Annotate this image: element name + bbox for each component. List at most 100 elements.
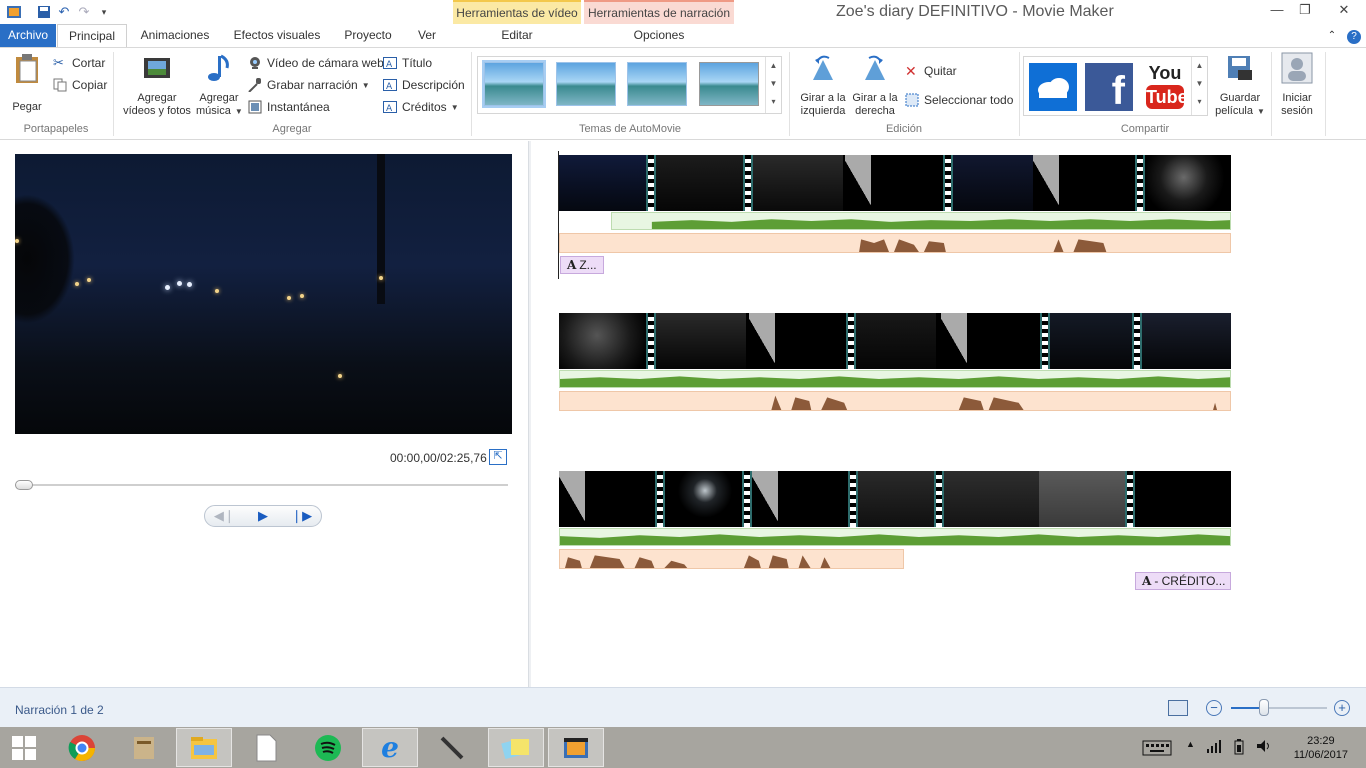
facebook-icon[interactable]: f [1085,63,1133,113]
redo-icon[interactable]: ↷ [74,3,94,21]
show-hidden-icons[interactable]: ▲ [1186,739,1195,749]
collapse-ribbon-icon[interactable]: ⌃ [1322,24,1342,47]
document-icon[interactable] [238,728,294,767]
video-clip[interactable] [858,471,934,527]
tab-principal[interactable]: Principal [57,24,127,48]
playhead[interactable] [558,151,559,279]
onedrive-icon[interactable] [1029,63,1077,111]
tab-editar[interactable]: Editar [453,24,581,47]
add-music-button[interactable]: Agregar música ▼ [196,52,243,118]
pane-splitter[interactable] [528,141,531,687]
video-clip[interactable] [1142,313,1231,369]
context-tab-video-tools[interactable]: Herramientas de vídeo [453,0,581,24]
transition-marker[interactable] [752,471,778,527]
music-track[interactable] [611,212,1231,230]
automovie-theme-1[interactable] [482,60,546,108]
network-signal-icon[interactable] [1206,739,1222,756]
share-scroll[interactable]: ▲ ▼ ▾ [1191,57,1207,115]
gallery-expand-icon[interactable]: ▾ [1192,93,1207,111]
save-icon[interactable] [34,3,54,21]
scroll-down-icon[interactable]: ▼ [1192,75,1207,93]
webcam-video-button[interactable]: Vídeo de cámara web [248,53,384,73]
next-frame-button[interactable]: ❘▶ [282,506,321,526]
music-track[interactable] [559,370,1231,388]
record-narration-button[interactable]: Grabar narración ▼ [248,75,370,95]
previous-frame-button[interactable]: ◀❘ [205,506,244,526]
video-clip[interactable] [665,471,745,527]
thumbnail-size-icon[interactable] [1168,700,1188,716]
internet-explorer-icon[interactable]: e [362,728,418,767]
pen-tool-icon[interactable] [424,728,480,767]
save-movie-button[interactable]: Guardar película ▼ [1212,52,1268,118]
transition-marker[interactable] [749,313,775,369]
caption-clip-top[interactable]: A Z... [560,256,604,274]
close-button[interactable]: ✕ [1322,0,1366,22]
themes-scroll[interactable]: ▲ ▼ ▾ [765,57,781,113]
video-clip[interactable] [1050,313,1140,369]
narration-track[interactable] [559,233,1231,253]
sticky-notes-icon[interactable] [488,728,544,767]
video-clip[interactable] [1145,155,1231,211]
music-track[interactable] [559,528,1231,546]
scroll-up-icon[interactable]: ▲ [766,57,781,75]
app-icon[interactable] [4,3,24,21]
windows-start-icon[interactable] [0,728,48,767]
caption-clip-credits[interactable]: A- CRÉDITO... [1135,572,1231,590]
video-clip[interactable] [856,313,936,369]
video-track[interactable] [559,155,1231,211]
tab-archivo[interactable]: Archivo [0,24,56,47]
zoom-in-button[interactable]: + [1334,700,1350,716]
scroll-up-icon[interactable]: ▲ [1192,57,1207,75]
zoom-slider-thumb[interactable] [1258,699,1269,716]
transition-marker[interactable] [941,313,967,369]
tab-animaciones[interactable]: Animaciones [134,24,216,47]
youtube-icon[interactable]: You Tube [1141,63,1189,111]
zoom-out-button[interactable]: − [1206,700,1222,716]
gallery-expand-icon[interactable]: ▾ [766,93,781,111]
rotate-left-button[interactable]: Girar a la izquierda [797,52,849,118]
add-videos-photos-button[interactable]: Agregar vídeos y fotos [119,52,195,118]
narration-track[interactable] [559,549,904,569]
customize-quick-access-icon[interactable]: ▾ [94,3,114,21]
video-clip[interactable] [656,313,746,369]
video-clip[interactable] [944,471,1039,527]
video-clip[interactable] [559,155,654,211]
select-all-button[interactable]: Seleccionar todo [905,90,1013,110]
remove-button[interactable]: ✕ Quitar [905,61,957,81]
minimize-button[interactable]: — [1262,0,1292,22]
video-preview[interactable] [15,154,512,434]
chrome-icon[interactable] [54,728,110,767]
spotify-icon[interactable] [300,728,356,767]
volume-icon[interactable] [1256,739,1272,756]
video-clip[interactable] [953,155,1033,211]
tab-proyecto[interactable]: Proyecto [338,24,398,47]
video-clip[interactable] [753,155,843,211]
context-tab-narration-tools[interactable]: Herramientas de narración [584,0,734,24]
system-clock[interactable]: 23:29 11/06/2017 [1294,734,1348,762]
maximize-button[interactable]: ❐ [1290,0,1320,22]
video-track[interactable] [559,471,1231,527]
seek-bar[interactable] [15,484,508,486]
movie-maker-icon[interactable] [548,728,604,767]
cut-button[interactable]: ✂ Cortar [53,53,105,73]
scroll-down-icon[interactable]: ▼ [766,75,781,93]
undo-icon[interactable]: ↶ [54,3,74,21]
video-clip[interactable] [559,313,654,369]
seek-thumb[interactable] [15,480,33,490]
automovie-theme-2[interactable] [556,62,616,106]
play-button[interactable]: ▶ [244,506,283,526]
credits-button[interactable]: A Créditos ▼ [383,97,459,117]
battery-icon[interactable] [1232,739,1246,758]
fullscreen-expand-icon[interactable]: ⇱ [489,449,507,465]
transition-marker[interactable] [845,155,871,211]
tab-opciones[interactable]: Opciones [584,24,734,47]
automovie-theme-4[interactable] [699,62,759,106]
automovie-theme-3[interactable] [627,62,687,106]
keyboard-icon[interactable] [1142,740,1172,759]
paste-button[interactable]: Pegar [8,52,46,114]
rotate-right-button[interactable]: Girar a la derecha [849,52,901,118]
video-clip[interactable] [656,155,746,211]
caption-button[interactable]: A Descripción [383,75,465,95]
video-clip[interactable] [1135,471,1231,527]
video-clip[interactable] [1039,471,1127,527]
